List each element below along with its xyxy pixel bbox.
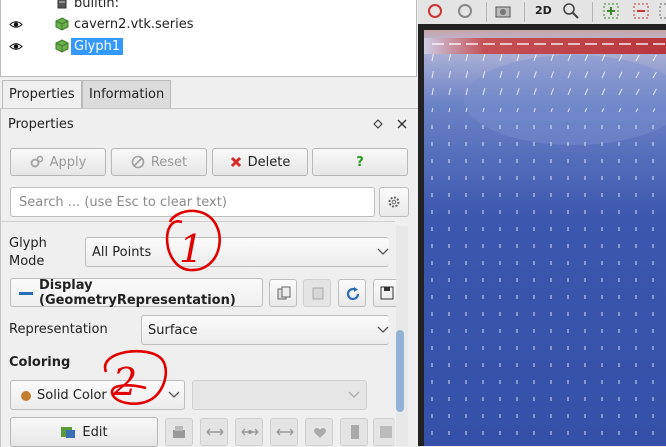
coloring-component-dropdown[interactable] <box>192 380 367 410</box>
custom-range-icon <box>241 428 259 436</box>
copy-properties-button[interactable] <box>269 279 297 307</box>
paste-icon <box>312 287 324 300</box>
legend-bar-icon <box>351 425 359 439</box>
section-divider <box>1 221 395 222</box>
delete-x-icon <box>230 156 241 168</box>
pipeline-item-label: builtin: <box>74 0 120 11</box>
panel-tab-bar: Properties Information <box>0 80 418 109</box>
reset-camera-icon[interactable] <box>426 2 444 20</box>
chevron-down-icon <box>377 326 389 333</box>
coloring-section-title: Coloring <box>9 355 71 370</box>
rotate-camera-icon[interactable] <box>456 2 474 20</box>
representation-value: Surface <box>148 322 198 338</box>
edit-color-map-button[interactable]: Edit <box>10 417 158 447</box>
eye-icon[interactable] <box>9 42 23 51</box>
rescale-custom-range-button[interactable] <box>235 418 263 446</box>
toggle-2d-3d-button[interactable]: 2D <box>535 4 552 17</box>
apply-button[interactable]: Apply <box>10 148 106 176</box>
close-panel-icon[interactable] <box>397 119 407 129</box>
advanced-settings-button[interactable] <box>379 187 409 217</box>
apply-gears-icon <box>30 155 43 168</box>
save-icon <box>380 286 394 300</box>
tab-information[interactable]: Information <box>82 80 172 108</box>
section-collapse-icon <box>19 292 33 295</box>
delete-button-label: Delete <box>247 154 291 170</box>
chevron-down-icon <box>168 391 180 398</box>
server-icon <box>57 0 67 9</box>
chevron-down-icon <box>348 391 360 398</box>
velocity-band <box>424 38 666 54</box>
zoom-to-box-icon[interactable] <box>562 2 580 20</box>
display-section-header[interactable]: Display (GeometryRepresentation) <box>10 277 263 308</box>
glyph-mode-dropdown[interactable]: All Points <box>85 237 389 267</box>
temporal-range-icon <box>276 428 294 436</box>
glyph-mode-value: All Points <box>92 244 152 260</box>
toolbar-separator <box>592 2 593 22</box>
panel-title: Properties <box>8 117 74 132</box>
toolbar-separator <box>524 2 525 22</box>
toolbar-separator <box>486 2 487 22</box>
display-section-label: Display (GeometryRepresentation) <box>39 277 236 308</box>
eye-icon[interactable] <box>9 20 23 29</box>
pipeline-item-builtin[interactable]: builtin: <box>1 0 416 14</box>
edit-button-label: Edit <box>82 424 108 440</box>
dataset-cube-icon <box>55 17 69 31</box>
float-panel-icon[interactable] <box>373 119 383 129</box>
chevron-down-icon <box>377 248 389 255</box>
refresh-icon <box>346 287 360 301</box>
choose-preset-button[interactable] <box>373 418 395 446</box>
filter-cube-icon <box>55 39 69 53</box>
pipeline-item-cavern2[interactable]: cavern2.vtk.series <box>1 13 416 35</box>
gear-icon <box>388 196 400 208</box>
pipeline-item-label: cavern2.vtk.series <box>74 16 194 32</box>
representation-dropdown[interactable]: Surface <box>141 315 389 345</box>
show-color-legend-button[interactable] <box>305 418 333 446</box>
apply-button-label: Apply <box>49 154 87 170</box>
reload-button[interactable] <box>338 279 366 307</box>
separate-map-icon <box>173 426 185 438</box>
pipeline-item-label-selected: Glyph1 <box>71 37 124 55</box>
help-button[interactable]: ? <box>312 148 408 176</box>
select-cells-icon[interactable] <box>658 2 666 20</box>
reset-icon <box>131 155 145 169</box>
select-points-icon[interactable] <box>602 2 620 20</box>
glyph-arrow <box>431 108 434 113</box>
rescale-range-icon <box>206 428 224 436</box>
copy-icon <box>277 286 291 300</box>
rescale-data-range-button[interactable] <box>200 418 228 446</box>
coloring-array-dropdown[interactable]: Solid Color <box>10 380 185 410</box>
glyph-mode-label: Glyph Mode <box>9 236 47 269</box>
color-map-edit-icon <box>61 427 76 438</box>
preset-icon <box>380 426 392 438</box>
view-toolbar: 2D <box>418 0 666 25</box>
search-input[interactable]: Search ... (use Esc to clear text) <box>10 187 375 217</box>
rescale-temporal-range-button[interactable] <box>270 418 298 446</box>
render-view[interactable] <box>424 30 666 446</box>
representation-label: Representation <box>9 322 108 337</box>
edit-color-legend-button[interactable] <box>340 418 368 446</box>
reset-button-label: Reset <box>150 154 188 170</box>
paste-properties-button[interactable] <box>303 279 331 307</box>
reset-button[interactable]: Reset <box>111 148 207 176</box>
coloring-value: Solid Color <box>37 387 107 403</box>
tab-properties[interactable]: Properties <box>2 80 82 109</box>
pipeline-browser: builtin: cavern2.vtk.series Glyph1 <box>0 0 417 77</box>
use-separate-color-map-button[interactable] <box>165 418 193 446</box>
pipeline-item-glyph1[interactable]: Glyph1 <box>1 35 416 57</box>
deselect-icon[interactable] <box>632 2 650 20</box>
screenshot-camera-icon[interactable] <box>494 2 512 20</box>
delete-button[interactable]: Delete <box>212 148 308 176</box>
panel-scrollbar-thumb[interactable] <box>396 330 404 412</box>
legend-heart-icon <box>314 428 326 438</box>
properties-panel: Properties Apply Reset Delete ? Search .… <box>0 108 420 447</box>
solid-color-swatch-icon <box>21 391 31 401</box>
